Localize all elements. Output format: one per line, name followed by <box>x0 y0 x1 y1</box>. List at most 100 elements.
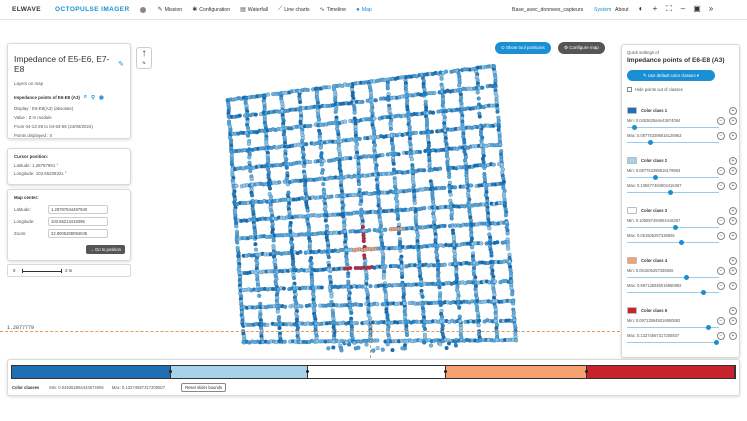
impedance-point[interactable] <box>383 264 388 269</box>
impedance-point[interactable] <box>383 227 388 232</box>
impedance-point[interactable] <box>298 249 303 255</box>
impedance-point[interactable] <box>489 253 494 258</box>
impedance-point[interactable] <box>400 274 405 280</box>
impedance-point[interactable] <box>420 294 425 299</box>
impedance-point[interactable] <box>449 216 454 221</box>
impedance-point[interactable] <box>380 153 385 158</box>
checkbox-box[interactable] <box>627 87 632 92</box>
impedance-point[interactable] <box>373 98 378 103</box>
impedance-point[interactable] <box>495 103 500 108</box>
impedance-point[interactable] <box>499 162 504 167</box>
impedance-point[interactable] <box>249 177 254 182</box>
segment-handle[interactable] <box>168 370 172 373</box>
impedance-point[interactable] <box>265 92 270 97</box>
class-max-slider[interactable] <box>627 192 719 193</box>
class-min-slider-knob[interactable] <box>631 125 637 130</box>
impedance-point[interactable] <box>396 152 401 157</box>
impedance-point[interactable] <box>505 231 510 236</box>
impedance-point[interactable] <box>453 343 458 348</box>
add-class-icon[interactable]: + <box>729 317 737 325</box>
impedance-point[interactable] <box>348 266 353 271</box>
impedance-point[interactable] <box>444 345 449 351</box>
impedance-point[interactable] <box>407 188 412 193</box>
impedance-point[interactable] <box>336 135 341 140</box>
add-class-icon[interactable]: + <box>729 282 737 290</box>
impedance-point[interactable] <box>329 294 334 299</box>
impedance-point[interactable] <box>265 322 270 327</box>
impedance-point[interactable] <box>429 129 434 134</box>
remove-class-icon[interactable]: − <box>717 267 725 275</box>
impedance-point[interactable] <box>442 185 447 190</box>
impedance-point[interactable] <box>346 274 351 279</box>
go-to-position-button[interactable]: → Go to position <box>85 245 125 254</box>
impedance-point[interactable] <box>484 202 489 207</box>
impedance-point[interactable] <box>501 180 506 185</box>
add-class-icon[interactable]: + <box>729 217 737 225</box>
impedance-point[interactable] <box>348 156 353 161</box>
class-swatch[interactable] <box>627 307 637 314</box>
impedance-point[interactable] <box>402 301 407 306</box>
impedance-point[interactable] <box>447 174 452 179</box>
impedance-point[interactable] <box>326 346 331 351</box>
remove-class-icon[interactable]: − <box>717 167 725 175</box>
impedance-point[interactable] <box>422 206 427 211</box>
impedance-point[interactable] <box>439 76 444 81</box>
impedance-point[interactable] <box>352 110 357 115</box>
remove-class-icon[interactable]: − <box>717 182 725 190</box>
remove-class-icon[interactable]: − <box>717 232 725 240</box>
impedance-point[interactable] <box>396 231 401 236</box>
impedance-point[interactable] <box>234 224 239 229</box>
impedance-point[interactable] <box>282 179 287 184</box>
impedance-point[interactable] <box>321 158 326 164</box>
add-class-icon[interactable]: + <box>729 132 737 140</box>
impedance-point[interactable] <box>494 337 500 342</box>
impedance-point[interactable] <box>375 346 380 351</box>
impedance-point[interactable] <box>371 348 376 353</box>
impedance-point[interactable] <box>506 246 511 251</box>
impedance-point[interactable] <box>440 339 445 344</box>
impedance-point[interactable] <box>357 136 362 141</box>
impedance-point[interactable] <box>412 201 417 206</box>
remove-class-icon[interactable]: − <box>717 217 725 225</box>
add-class-icon[interactable]: + <box>729 157 737 165</box>
impedance-point[interactable] <box>237 113 242 118</box>
impedance-point[interactable] <box>413 130 418 135</box>
impedance-point[interactable] <box>236 254 241 259</box>
impedance-point[interactable] <box>364 342 369 347</box>
impedance-point[interactable] <box>395 216 400 221</box>
impedance-point[interactable] <box>498 142 503 147</box>
impedance-point[interactable] <box>496 123 501 128</box>
impedance-point[interactable] <box>409 157 414 162</box>
impedance-point[interactable] <box>491 162 496 167</box>
impedance-point[interactable] <box>380 347 385 352</box>
impedance-point[interactable] <box>319 285 324 290</box>
impedance-point[interactable] <box>432 90 437 96</box>
impedance-point[interactable] <box>404 113 409 118</box>
impedance-point[interactable] <box>235 240 240 245</box>
impedance-point[interactable] <box>504 220 509 225</box>
impedance-point[interactable] <box>487 240 492 245</box>
impedance-point[interactable] <box>492 279 498 284</box>
color-segment[interactable] <box>308 366 446 378</box>
impedance-point[interactable] <box>333 109 338 114</box>
impedance-point[interactable] <box>323 218 328 223</box>
impedance-point[interactable] <box>512 317 517 323</box>
color-segment[interactable] <box>12 366 172 378</box>
class-swatch[interactable] <box>627 207 637 214</box>
impedance-point[interactable] <box>326 255 331 260</box>
impedance-point[interactable] <box>442 262 447 267</box>
class-max-slider-knob[interactable] <box>701 290 707 295</box>
impedance-point[interactable] <box>388 126 393 131</box>
impedance-point[interactable] <box>491 64 497 69</box>
class-min-slider-knob[interactable] <box>652 175 658 180</box>
impedance-point[interactable] <box>234 183 239 188</box>
impedance-point[interactable] <box>503 213 508 218</box>
impedance-point[interactable] <box>271 238 276 243</box>
impedance-point[interactable] <box>404 332 410 338</box>
impedance-point[interactable] <box>437 285 442 290</box>
impedance-point[interactable] <box>320 170 325 175</box>
class-min-slider-knob[interactable] <box>684 275 690 280</box>
remove-class-icon[interactable]: − <box>717 332 725 340</box>
add-class-icon[interactable]: + <box>729 267 737 275</box>
impedance-point[interactable] <box>312 303 317 308</box>
